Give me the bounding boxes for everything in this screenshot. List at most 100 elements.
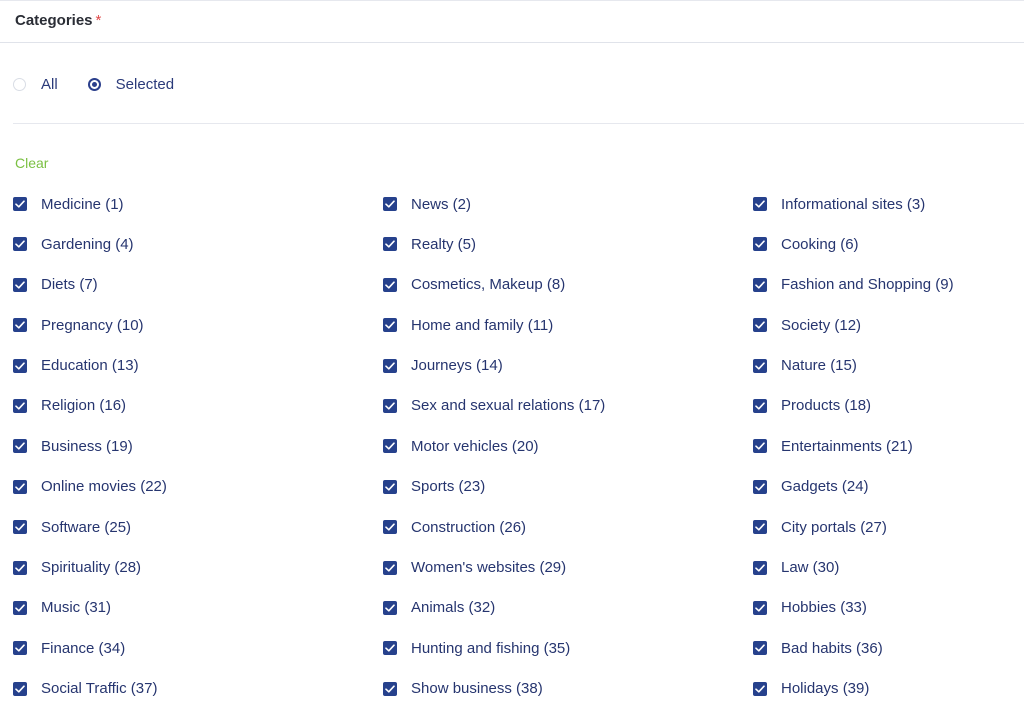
radio-all-circle[interactable] — [13, 77, 26, 91]
checkbox-checked-icon[interactable] — [13, 520, 27, 535]
checkbox-checked-icon[interactable] — [13, 237, 27, 252]
category-checkbox-item[interactable]: Informational sites (3) — [753, 193, 1024, 215]
checkbox-checked-icon[interactable] — [383, 560, 397, 575]
category-checkbox-item[interactable]: Sports (23) — [383, 476, 753, 498]
category-checkbox-item[interactable]: Products (18) — [753, 395, 1024, 417]
category-checkbox-item[interactable]: Online movies (22) — [13, 476, 383, 498]
category-label: Gadgets (24) — [781, 478, 869, 496]
categories-title: Categories * — [15, 12, 101, 29]
category-label: Products (18) — [781, 397, 872, 415]
category-checkbox-item[interactable]: Diets (7) — [13, 274, 383, 296]
checkbox-checked-icon[interactable] — [753, 358, 767, 373]
checkbox-checked-icon[interactable] — [13, 560, 27, 575]
category-checkbox-item[interactable]: Business (19) — [13, 435, 383, 457]
category-checkbox-item[interactable]: Realty (5) — [383, 233, 753, 255]
category-checkbox-item[interactable]: Women's websites (29) — [383, 557, 753, 579]
category-checkbox-item[interactable]: Holidays (39) — [753, 678, 1024, 700]
checkbox-checked-icon[interactable] — [383, 641, 397, 656]
category-checkbox-item[interactable]: Motor vehicles (20) — [383, 435, 753, 457]
checkbox-checked-icon[interactable] — [13, 681, 27, 696]
checkbox-checked-icon[interactable] — [13, 358, 27, 373]
category-checkbox-item[interactable]: Spirituality (28) — [13, 557, 383, 579]
category-checkbox-item[interactable]: Gardening (4) — [13, 233, 383, 255]
category-checkbox-item[interactable]: Finance (34) — [13, 637, 383, 659]
checkbox-checked-icon[interactable] — [13, 641, 27, 656]
checkbox-checked-icon[interactable] — [383, 681, 397, 696]
category-checkbox-item[interactable]: Home and family (11) — [383, 314, 753, 336]
category-label: Sports (23) — [411, 478, 486, 496]
checkbox-checked-icon[interactable] — [753, 318, 767, 333]
category-checkbox-item[interactable]: Law (30) — [753, 557, 1024, 579]
checkbox-checked-icon[interactable] — [753, 479, 767, 494]
category-label: Education (13) — [41, 357, 139, 375]
category-checkbox-item[interactable]: Construction (26) — [383, 516, 753, 538]
category-checkbox-item[interactable]: Cooking (6) — [753, 233, 1024, 255]
category-checkbox-item[interactable]: Society (12) — [753, 314, 1024, 336]
checkbox-checked-icon[interactable] — [383, 277, 397, 292]
checkbox-checked-icon[interactable] — [753, 439, 767, 454]
category-checkbox-item[interactable]: Medicine (1) — [13, 193, 383, 215]
category-checkbox-item[interactable]: City portals (27) — [753, 516, 1024, 538]
checkbox-checked-icon[interactable] — [383, 237, 397, 252]
category-checkbox-item[interactable]: Sex and sexual relations (17) — [383, 395, 753, 417]
category-checkbox-item[interactable]: Animals (32) — [383, 597, 753, 619]
checkbox-checked-icon[interactable] — [13, 197, 27, 211]
category-checkbox-item[interactable]: Journeys (14) — [383, 355, 753, 377]
category-checkbox-item[interactable]: News (2) — [383, 193, 753, 215]
category-checkbox-item[interactable]: Software (25) — [13, 516, 383, 538]
checkbox-checked-icon[interactable] — [753, 277, 767, 292]
category-checkbox-item[interactable]: Pregnancy (10) — [13, 314, 383, 336]
category-label: Fashion and Shopping (9) — [781, 276, 954, 294]
category-label: Pregnancy (10) — [41, 316, 144, 334]
checkbox-checked-icon[interactable] — [13, 318, 27, 333]
checkbox-checked-icon[interactable] — [753, 641, 767, 656]
category-checkbox-item[interactable]: Hobbies (33) — [753, 597, 1024, 619]
category-checkbox-item[interactable]: Music (31) — [13, 597, 383, 619]
radio-selected-circle[interactable] — [87, 77, 101, 91]
category-checkbox-item[interactable]: Show business (38) — [383, 678, 753, 700]
checkbox-checked-icon[interactable] — [753, 520, 767, 535]
category-checkbox-grid: Medicine (1) News (2) Informational sites … — [13, 193, 1024, 718]
checkbox-checked-icon[interactable] — [383, 318, 397, 333]
required-marker: * — [95, 12, 102, 29]
category-label: Religion (16) — [41, 397, 127, 415]
checkbox-checked-icon[interactable] — [383, 439, 397, 454]
category-label: Informational sites (3) — [781, 195, 926, 213]
category-checkbox-item[interactable]: Education (13) — [13, 355, 383, 377]
category-label: Spirituality (28) — [41, 559, 142, 577]
category-checkbox-item[interactable]: Religion (16) — [13, 395, 383, 417]
category-checkbox-item[interactable]: Bad habits (36) — [753, 637, 1024, 659]
category-label: City portals (27) — [781, 518, 887, 536]
checkbox-checked-icon[interactable] — [753, 197, 767, 211]
category-label: Nature (15) — [781, 357, 857, 375]
category-checkbox-item[interactable]: Nature (15) — [753, 355, 1024, 377]
category-checkbox-item[interactable]: Entertainments (21) — [753, 435, 1024, 457]
category-checkbox-item[interactable]: Social Traffic (37) — [13, 678, 383, 700]
checkbox-checked-icon[interactable] — [383, 600, 397, 615]
checkbox-checked-icon[interactable] — [13, 600, 27, 615]
category-checkbox-item[interactable]: Cosmetics, Makeup (8) — [383, 274, 753, 296]
category-scope-radio-group: All Selected — [13, 73, 204, 95]
checkbox-checked-icon[interactable] — [383, 520, 397, 535]
clear-link[interactable]: Clear — [15, 155, 48, 171]
checkbox-checked-icon[interactable] — [753, 600, 767, 615]
checkbox-checked-icon[interactable] — [753, 237, 767, 252]
checkbox-checked-icon[interactable] — [383, 479, 397, 494]
checkbox-checked-icon[interactable] — [13, 479, 27, 494]
category-checkbox-item[interactable]: Gadgets (24) — [753, 476, 1024, 498]
checkbox-checked-icon[interactable] — [383, 358, 397, 373]
category-label: Social Traffic (37) — [41, 680, 158, 698]
category-checkbox-item[interactable]: Fashion and Shopping (9) — [753, 274, 1024, 296]
checkbox-checked-icon[interactable] — [383, 197, 397, 211]
checkbox-checked-icon[interactable] — [13, 439, 27, 454]
checkbox-checked-icon[interactable] — [753, 681, 767, 696]
checkbox-checked-icon[interactable] — [13, 277, 27, 292]
checkbox-checked-icon[interactable] — [13, 398, 27, 413]
checkbox-checked-icon[interactable] — [383, 398, 397, 413]
category-checkbox-item[interactable]: Hunting and fishing (35) — [383, 637, 753, 659]
radio-all[interactable]: All — [13, 76, 58, 93]
radio-selected[interactable]: Selected — [87, 76, 174, 93]
checkbox-checked-icon[interactable] — [753, 398, 767, 413]
checkbox-checked-icon[interactable] — [753, 560, 767, 575]
category-label: Cosmetics, Makeup (8) — [411, 276, 566, 294]
